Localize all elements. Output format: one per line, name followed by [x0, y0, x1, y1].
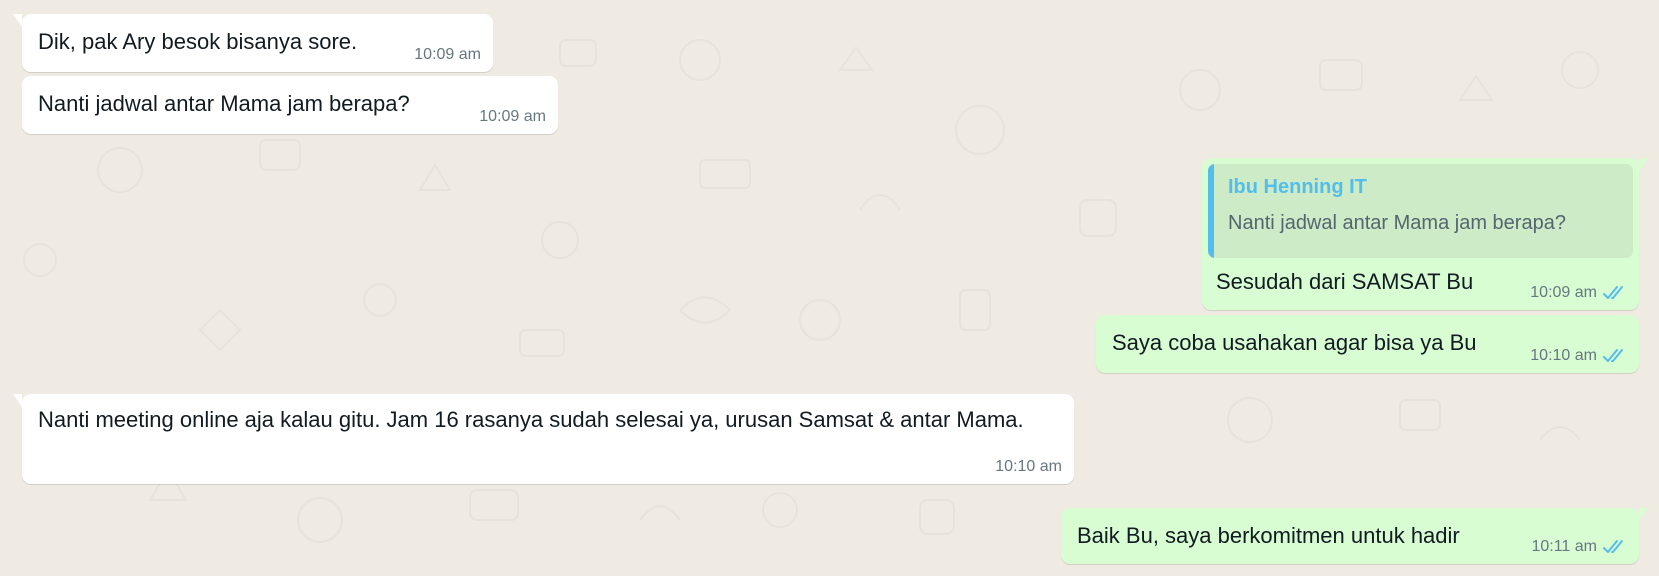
message-timestamp: 10:09 am: [479, 108, 546, 125]
message-meta: 10:10 am: [1530, 347, 1629, 365]
message-timestamp: 10:10 am: [1530, 347, 1597, 364]
message-timestamp: 10:09 am: [414, 46, 481, 63]
message-text: Nanti jadwal antar Mama jam berapa?: [38, 91, 410, 116]
message-meta: 10:09 am: [479, 108, 546, 126]
chat-conversation-panel[interactable]: Dik, pak Ary besok bisanya sore. 10:09 a…: [0, 0, 1659, 576]
quote-author: Ibu Henning IT: [1228, 176, 1367, 198]
message-text: Saya coba usahakan agar bisa ya Bu: [1112, 330, 1477, 355]
bubble-tail: [13, 14, 22, 27]
message-meta: 10:09 am: [414, 46, 481, 64]
bubble-tail: [1639, 508, 1648, 521]
message-bubble-outgoing[interactable]: Saya coba usahakan agar bisa ya Bu 10:10…: [1096, 315, 1639, 373]
message-text: Dik, pak Ary besok bisanya sore.: [38, 29, 358, 54]
bubble-tail: [13, 394, 22, 407]
quote-accent-bar: [1208, 164, 1214, 258]
message-meta: 10:11 am: [1531, 538, 1629, 556]
message-text: Nanti meeting online aja kalau gitu. Jam…: [38, 407, 1024, 432]
quote-text: Nanti jadwal antar Mama jam berapa?: [1228, 212, 1566, 234]
message-text: Sesudah dari SAMSAT Bu: [1216, 269, 1474, 294]
double-check-read-icon: [1603, 286, 1623, 299]
message-timestamp: 10:09 am: [1530, 284, 1597, 301]
message-meta: 10:10 am: [995, 458, 1062, 476]
message-bubble-incoming[interactable]: Nanti jadwal antar Mama jam berapa? 10:0…: [22, 76, 558, 134]
double-check-read-icon: [1603, 540, 1623, 553]
message-timestamp: 10:10 am: [995, 458, 1062, 475]
message-bubble-outgoing[interactable]: Baik Bu, saya berkomitmen untuk hadir 10…: [1061, 508, 1648, 564]
message-timestamp: 10:11 am: [1531, 538, 1597, 555]
message-meta: 10:09 am: [1530, 284, 1629, 302]
bubble-tail: [1639, 158, 1648, 171]
message-bubble-incoming[interactable]: Dik, pak Ary besok bisanya sore. 10:09 a…: [13, 14, 493, 72]
message-bubble-outgoing[interactable]: Ibu Henning IT Nanti jadwal antar Mama j…: [1202, 158, 1648, 310]
double-check-read-icon: [1603, 349, 1623, 362]
message-text: Baik Bu, saya berkomitmen untuk hadir: [1077, 523, 1460, 548]
message-bubble-incoming[interactable]: Nanti meeting online aja kalau gitu. Jam…: [13, 394, 1074, 484]
quoted-message[interactable]: Ibu Henning IT Nanti jadwal antar Mama j…: [1208, 164, 1633, 258]
